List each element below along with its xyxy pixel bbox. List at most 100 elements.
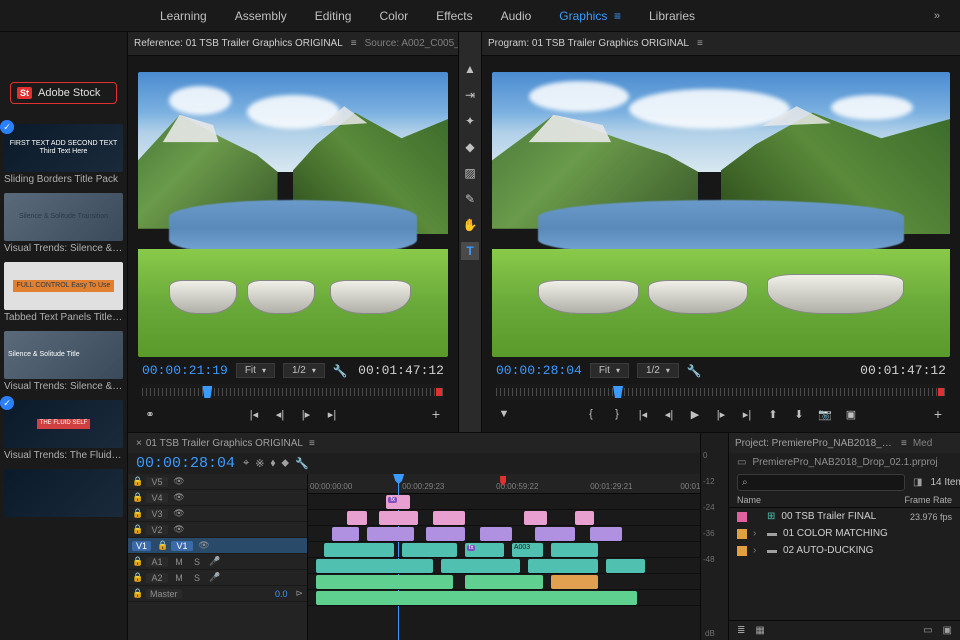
lock-icon[interactable]: 🔒 (132, 556, 142, 567)
rolling-tool-icon[interactable]: ◆ (461, 138, 479, 156)
step-back-icon[interactable]: ◂| (661, 406, 677, 422)
panel-menu-icon[interactable]: ≡ (901, 438, 907, 449)
ripple-tool-icon[interactable]: ✦ (461, 112, 479, 130)
wrench-icon[interactable]: 🔧 (333, 364, 348, 378)
time-ruler[interactable]: 00:00:00:00 00:00:29:23 00:00:59:22 00:0… (308, 474, 700, 494)
mic-icon[interactable]: 🎤 (208, 572, 222, 583)
mark-out-icon[interactable]: ▸| (324, 406, 340, 422)
close-icon[interactable]: × (136, 438, 142, 449)
eye-icon[interactable]: 👁 (197, 540, 211, 551)
adobe-stock-badge[interactable]: St Adobe Stock (10, 82, 117, 104)
chevron-right-icon[interactable]: › (753, 528, 761, 539)
comparison-icon[interactable]: ▣ (843, 406, 859, 422)
project-item[interactable]: › ▬ 01 COLOR MATCHING (729, 525, 960, 542)
go-out-icon[interactable]: ▸| (739, 406, 755, 422)
mic-icon[interactable]: 🎤 (208, 556, 222, 567)
template-card[interactable] (4, 469, 123, 517)
step-fwd-icon[interactable]: |▸ (713, 406, 729, 422)
go-in-icon[interactable]: |◂ (635, 406, 651, 422)
add-button-icon[interactable]: + (930, 406, 946, 422)
selection-tool-icon[interactable]: ▲ (461, 60, 479, 78)
eye-icon[interactable]: 👁 (172, 476, 186, 487)
template-card[interactable]: ✓THE FLUID SELF Visual Trends: The Fluid… (4, 400, 123, 461)
prog-timecode-in[interactable]: 00:00:28:04 (496, 363, 582, 378)
template-card[interactable]: ✓FIRST TEXT ADD SECOND TEXT Third Text H… (4, 124, 123, 185)
marker-icon[interactable]: ▼ (496, 406, 512, 422)
timeline-tracks[interactable]: 00:00:00:00 00:00:29:23 00:00:59:22 00:0… (308, 474, 700, 640)
ws-tab-audio[interactable]: Audio (501, 9, 532, 23)
col-framerate[interactable]: Frame Rate (904, 495, 952, 505)
eye-icon[interactable]: 👁 (172, 492, 186, 503)
ws-tab-color[interactable]: Color (379, 9, 408, 23)
ref-timecode-in[interactable]: 00:00:21:19 (142, 363, 228, 378)
step-back-icon[interactable]: ◂| (272, 406, 288, 422)
step-fwd-icon[interactable]: |▸ (298, 406, 314, 422)
program-viewport[interactable] (492, 72, 950, 357)
export-frame-icon[interactable]: 📷 (817, 406, 833, 422)
project-tab-2[interactable]: Med (913, 438, 932, 449)
ws-tab-graphics[interactable]: Graphics ≡ (559, 9, 621, 23)
track-select-tool-icon[interactable]: ⇥ (461, 86, 479, 104)
template-card[interactable]: FULL CONTROL Easy To Use Tabbed Text Pan… (4, 262, 123, 323)
rate-tool-icon[interactable]: ▨ (461, 164, 479, 182)
prog-tab[interactable]: Program: 01 TSB Trailer Graphics ORIGINA… (488, 38, 689, 49)
in-icon[interactable]: { (583, 406, 599, 422)
play-icon[interactable]: ▶ (687, 406, 703, 422)
template-card[interactable]: Silence & Solitude Title Visual Trends: … (4, 331, 123, 392)
ws-tab-effects[interactable]: Effects (436, 9, 472, 23)
marker-icon[interactable]: ⬧ (270, 457, 275, 470)
ws-overflow-icon[interactable]: » (934, 10, 940, 22)
lock-icon[interactable]: 🔒 (132, 492, 142, 503)
timeline-timecode[interactable]: 00:00:28:04 (136, 455, 235, 472)
lock-icon[interactable]: 🔒 (132, 588, 142, 599)
eye-icon[interactable]: 👁 (172, 524, 186, 535)
template-card[interactable]: Silence & Solitude Transition Visual Tre… (4, 193, 123, 254)
ws-tab-libraries[interactable]: Libraries (649, 9, 695, 23)
lock-icon[interactable]: 🔒 (157, 540, 167, 551)
out-icon[interactable]: } (609, 406, 625, 422)
lock-icon[interactable]: 🔒 (132, 572, 142, 583)
pen-tool-icon[interactable]: ✎ (461, 190, 479, 208)
col-name[interactable]: Name (737, 495, 904, 505)
type-tool-icon[interactable]: T (461, 242, 479, 260)
ref-res-select[interactable]: 1/2 (283, 363, 325, 378)
reference-viewport[interactable] (138, 72, 448, 357)
extract-icon[interactable]: ⬇ (791, 406, 807, 422)
project-search-input[interactable] (737, 474, 905, 491)
panel-menu-icon[interactable]: ≡ (697, 38, 703, 49)
timeline-tab[interactable]: 01 TSB Trailer Graphics ORIGINAL (146, 438, 303, 449)
chevron-right-icon[interactable]: › (753, 545, 761, 556)
project-item[interactable]: ⊞ 00 TSB Trailer FINAL 23.976 fps (729, 508, 960, 525)
ws-tab-assembly[interactable]: Assembly (235, 9, 287, 23)
ref-scrub-bar[interactable] (142, 384, 444, 400)
wrench-icon[interactable]: 🔧 (687, 364, 702, 378)
ref-fit-select[interactable]: Fit (236, 363, 275, 378)
gang-icon[interactable]: ⚭ (142, 406, 158, 422)
eye-icon[interactable]: 👁 (172, 508, 186, 519)
mark-in-icon[interactable]: |◂ (246, 406, 262, 422)
new-item-icon[interactable]: ▣ (943, 625, 952, 636)
list-view-icon[interactable]: ≣ (737, 625, 745, 636)
filter-icon[interactable]: ◨ (913, 477, 922, 488)
add-button-icon[interactable]: + (428, 406, 444, 422)
settings-icon[interactable]: ⬥ (281, 457, 289, 470)
ws-tab-editing[interactable]: Editing (315, 9, 352, 23)
panel-menu-icon[interactable]: ≡ (309, 438, 315, 449)
ref-tab-active[interactable]: Reference: 01 TSB Trailer Graphics ORIGI… (134, 38, 343, 49)
wrench-icon[interactable]: 🔧 (295, 457, 309, 470)
hand-tool-icon[interactable]: ✋ (461, 216, 479, 234)
ws-tab-learning[interactable]: Learning (160, 9, 207, 23)
lock-icon[interactable]: 🔒 (132, 524, 142, 535)
prog-fit-select[interactable]: Fit (590, 363, 629, 378)
link-icon[interactable]: ※ (255, 457, 264, 470)
project-tab[interactable]: Project: PremierePro_NAB2018_Drop_02.1 (735, 438, 895, 449)
prog-scrub-bar[interactable] (496, 384, 946, 400)
lift-icon[interactable]: ⬆ (765, 406, 781, 422)
project-item[interactable]: › ▬ 02 AUTO-DUCKING (729, 542, 960, 559)
panel-menu-icon[interactable]: ≡ (351, 38, 357, 49)
lock-icon[interactable]: 🔒 (132, 476, 142, 487)
new-bin-icon[interactable]: ▭ (923, 625, 932, 636)
lock-icon[interactable]: 🔒 (132, 508, 142, 519)
prog-res-select[interactable]: 1/2 (637, 363, 679, 378)
icon-view-icon[interactable]: ▦ (755, 625, 764, 636)
